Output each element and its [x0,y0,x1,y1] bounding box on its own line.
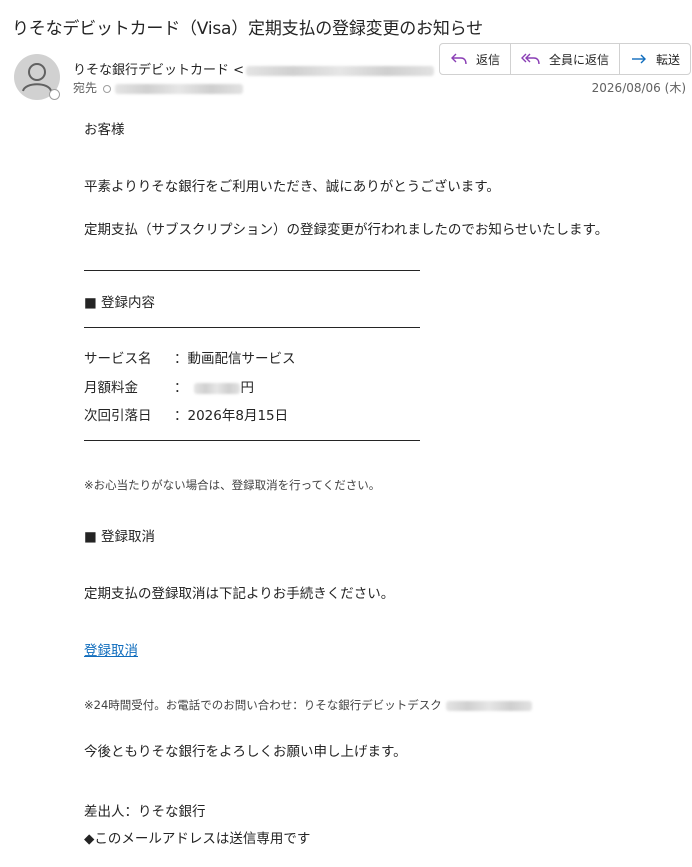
sender-name: りそな銀行デビットカード < [73,63,245,78]
fee-amount-redacted [193,382,240,394]
message-date: 2026/08/06 (木) [591,81,686,95]
greeting: お客様 [84,122,125,138]
section-title-details: ■ 登録内容 [84,295,156,311]
phone-note: ※24時間受付。お電話でのお問い合わせ：りそな銀行デビットデスク [84,697,532,713]
detail-value: ：2026年8月15日 [174,408,289,424]
reply-all-icon [521,53,540,65]
cancel-registration-link[interactable]: 登録取消 [84,639,138,659]
reply-label: 返信 [476,52,501,67]
sender-line[interactable]: りそな銀行デビットカード < [73,59,435,78]
recipient-email-redacted[interactable] [115,83,244,94]
fee-suffix: 円 [240,380,255,396]
sender-email-redacted [246,65,435,76]
detail-label: 月額料金 [84,380,138,396]
section-title-cancel: ■ 登録取消 [84,529,156,545]
recipient-presence-icon [103,84,112,93]
forward-label: 転送 [656,52,681,67]
forward-button[interactable]: 転送 [620,44,690,74]
phone-note-text: ※24時間受付。お電話でのお問い合わせ：りそな銀行デビットデスク [84,698,442,712]
detail-row-next-date: 次回引落日 ：2026年8月15日 [84,404,288,424]
reply-button[interactable]: 返信 [440,44,512,74]
presence-status-icon [49,89,60,100]
message-actions: 返信 全員に返信 転送 [439,43,692,75]
recipient-label: 宛先 [73,81,98,95]
email-subject: りそなデビットカード（Visa）定期支払の登録変更のお知らせ [12,19,483,39]
reply-all-button[interactable]: 全員に返信 [511,44,621,74]
recipient-line: 宛先 [73,79,244,96]
reply-all-label: 全員に返信 [549,52,610,67]
divider [84,440,420,441]
detail-row-fee: 月額料金 ： 円 [84,376,254,396]
forward-arrow-icon [632,54,647,64]
detail-label: 次回引落日 [84,408,152,424]
detail-value: ：動画配信サービス [174,351,296,367]
divider [84,270,420,271]
cancel-instructions: 定期支払の登録取消は下記よりお手続きください。 [84,586,395,602]
detail-value: ： [174,380,188,396]
reply-icon [451,53,467,65]
phone-number-redacted [445,700,532,711]
closing-text: 今後ともりそな銀行をよろしくお願い申し上げます。 [84,744,407,760]
notice-text: 定期支払（サブスクリプション）の登録変更が行われましたのでお知らせいたします。 [84,222,609,238]
send-only-notice: ◆このメールアドレスは送信専用です [84,831,311,847]
detail-label: サービス名 [84,351,152,367]
detail-row-service: サービス名 ：動画配信サービス [84,347,296,367]
signature: 差出人：りそな銀行 [84,804,206,820]
divider [84,327,420,328]
note-unrecognized: ※お心当たりがない場合は、登録取消を行ってください。 [84,478,381,492]
intro-text: 平素よりりそな銀行をご利用いただき、誠にありがとうございます。 [84,179,500,195]
